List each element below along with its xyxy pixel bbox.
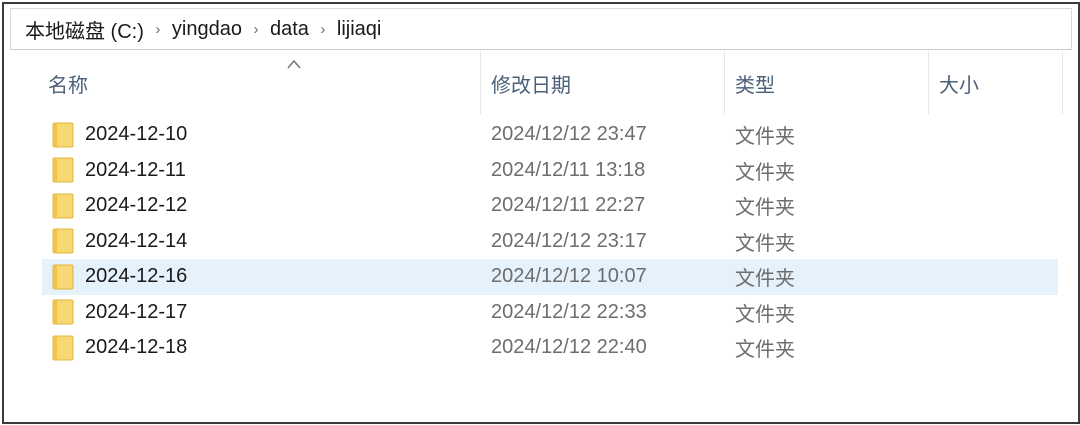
sort-ascending-icon [287, 59, 301, 69]
row-name-cell[interactable]: 2024-12-14 [52, 224, 187, 260]
breadcrumb-data[interactable]: data [270, 18, 309, 41]
row-date: 2024/12/12 23:17 [491, 229, 647, 252]
row-date: 2024/12/12 22:33 [491, 300, 647, 323]
chevron-right-icon[interactable]: › [309, 21, 337, 38]
row-name-cell[interactable]: 2024-12-12 [52, 188, 187, 224]
file-list: 2024-12-10 2024/12/12 23:47 文件夹 2024-12-… [4, 117, 1078, 366]
row-name-cell[interactable]: 2024-12-16 [52, 259, 187, 295]
breadcrumb-yingdao[interactable]: yingdao [172, 18, 242, 41]
folder-icon [52, 264, 74, 290]
row-name: 2024-12-16 [85, 265, 188, 288]
row-type: 文件夹 [735, 339, 795, 362]
column-header-size[interactable]: 大小 [928, 52, 1062, 114]
folder-icon [52, 157, 74, 183]
row-name: 2024-12-11 [85, 158, 186, 181]
column-header-type-label: 类型 [735, 74, 775, 97]
row-name-cell[interactable]: 2024-12-11 [52, 153, 186, 189]
column-divider[interactable] [1062, 52, 1063, 114]
row-type: 文件夹 [735, 268, 795, 291]
row-date: 2024/12/12 22:40 [491, 336, 647, 359]
table-row-selected[interactable]: 2024-12-16 2024/12/12 10:07 文件夹 [42, 259, 1058, 295]
row-name: 2024-12-12 [85, 194, 188, 217]
folder-icon [52, 335, 74, 361]
table-row[interactable]: 2024-12-17 2024/12/12 22:33 文件夹 [42, 295, 1058, 331]
folder-icon [52, 228, 74, 254]
folder-icon [52, 299, 74, 325]
row-type: 文件夹 [735, 161, 795, 184]
row-date: 2024/12/11 13:18 [491, 158, 646, 181]
row-name-cell[interactable]: 2024-12-10 [52, 117, 187, 153]
column-header-size-label: 大小 [939, 74, 979, 97]
column-headers: 名称 修改日期 类型 大小 [4, 52, 1078, 114]
column-header-type[interactable]: 类型 [724, 52, 928, 114]
table-row[interactable]: 2024-12-12 2024/12/11 22:27 文件夹 [42, 188, 1058, 224]
row-type: 文件夹 [735, 197, 795, 220]
row-name: 2024-12-17 [85, 300, 188, 323]
folder-icon [52, 122, 74, 148]
column-header-name[interactable]: 名称 [38, 52, 479, 114]
row-type: 文件夹 [735, 232, 795, 255]
column-header-name-label: 名称 [48, 74, 88, 97]
row-date: 2024/12/11 22:27 [491, 194, 646, 217]
row-name-cell[interactable]: 2024-12-17 [52, 295, 187, 331]
table-row[interactable]: 2024-12-10 2024/12/12 23:47 文件夹 [42, 117, 1058, 153]
row-date: 2024/12/12 10:07 [491, 265, 647, 288]
table-row[interactable]: 2024-12-11 2024/12/11 13:18 文件夹 [42, 153, 1058, 189]
breadcrumb-lijiaqi[interactable]: lijiaqi [337, 18, 381, 41]
row-name: 2024-12-18 [85, 336, 188, 359]
row-type: 文件夹 [735, 126, 795, 149]
column-header-date-label: 修改日期 [491, 74, 571, 97]
row-date: 2024/12/12 23:47 [491, 123, 647, 146]
row-type: 文件夹 [735, 303, 795, 326]
column-header-date[interactable]: 修改日期 [480, 52, 724, 114]
row-name: 2024-12-10 [85, 123, 188, 146]
row-name: 2024-12-14 [85, 229, 188, 252]
row-name-cell[interactable]: 2024-12-18 [52, 330, 187, 366]
folder-icon [52, 193, 74, 219]
table-row[interactable]: 2024-12-18 2024/12/12 22:40 文件夹 [42, 330, 1058, 366]
table-row[interactable]: 2024-12-14 2024/12/12 23:17 文件夹 [42, 224, 1058, 260]
chevron-right-icon[interactable]: › [242, 21, 270, 38]
address-bar[interactable]: 本地磁盘 (C:) › yingdao › data › lijiaqi [10, 8, 1072, 50]
chevron-right-icon[interactable]: › [144, 21, 172, 38]
file-explorer-window: 本地磁盘 (C:) › yingdao › data › lijiaqi 名称 … [2, 2, 1080, 424]
breadcrumb-drive[interactable]: 本地磁盘 (C:) [25, 15, 144, 44]
